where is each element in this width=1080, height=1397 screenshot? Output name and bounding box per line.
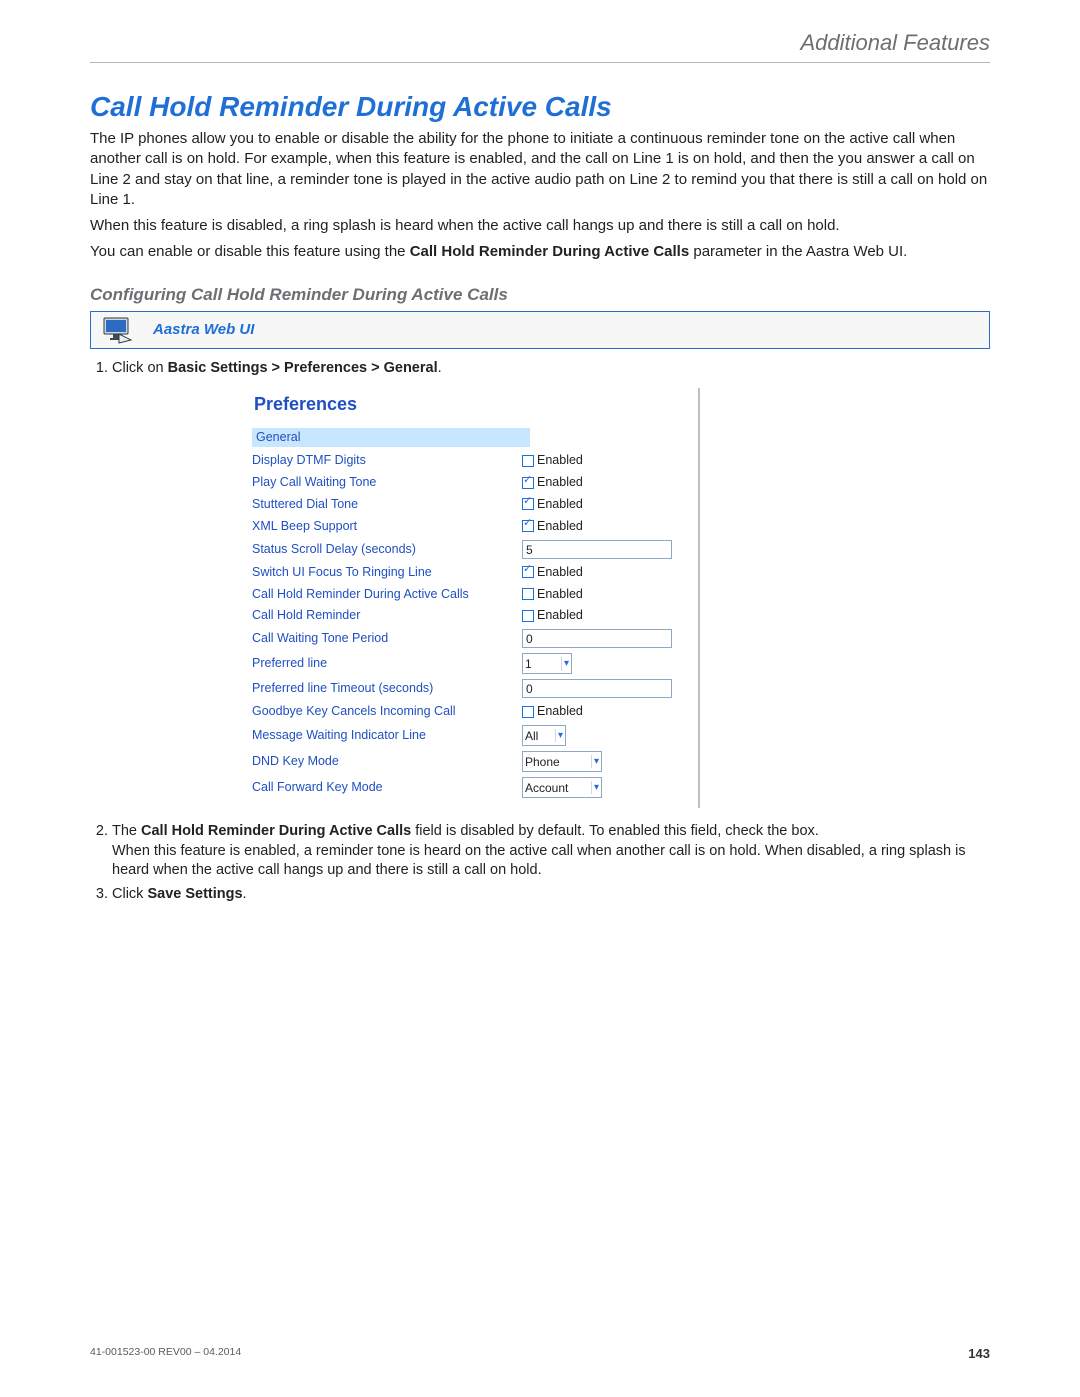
general-section-header: General (252, 428, 530, 447)
monitor-icon (101, 316, 135, 344)
checkbox[interactable] (522, 498, 534, 510)
step-1: Click on Basic Settings > Preferences > … (112, 359, 990, 809)
number-input[interactable]: 0 (522, 679, 672, 698)
pref-label: Preferred line Timeout (seconds) (252, 680, 522, 697)
select-value: Phone (525, 754, 587, 770)
step-2-bold: Call Hold Reminder During Active Calls (141, 823, 411, 839)
pref-row: Call Forward Key ModeAccount ▾ (252, 777, 682, 798)
select-input[interactable]: 1▾ (522, 653, 572, 674)
pref-row: XML Beep Support Enabled (252, 518, 682, 535)
step-3-pre: Click (112, 886, 147, 902)
enabled-label: Enabled (537, 564, 583, 581)
enabled-label: Enabled (537, 703, 583, 720)
step-1-bold: Basic Settings > Preferences > General (168, 360, 438, 376)
step-2-pre: The (112, 823, 141, 839)
pref-row: Switch UI Focus To Ringing Line Enabled (252, 564, 682, 581)
pref-row: Call Hold Reminder Enabled (252, 607, 682, 624)
checkbox[interactable] (522, 706, 534, 718)
select-input[interactable]: All ▾ (522, 725, 566, 746)
pref-row: Message Waiting Indicator LineAll ▾ (252, 725, 682, 746)
pref-row: DND Key ModePhone ▾ (252, 751, 682, 772)
pref-label: Message Waiting Indicator Line (252, 727, 522, 744)
select-input[interactable]: Phone ▾ (522, 751, 602, 772)
intro-paragraph-2: When this feature is disabled, a ring sp… (90, 216, 990, 236)
preferences-screenshot: Preferences General Display DTMF Digits E… (252, 388, 700, 808)
pref-row: Display DTMF Digits Enabled (252, 452, 682, 469)
instruction-list: Click on Basic Settings > Preferences > … (90, 359, 990, 905)
p3-pre: You can enable or disable this feature u… (90, 243, 410, 260)
page-number: 143 (968, 1346, 990, 1361)
checkbox[interactable] (522, 588, 534, 600)
select-value: 1 (525, 656, 557, 672)
header-breadcrumb: Additional Features (90, 30, 990, 63)
step-2: The Call Hold Reminder During Active Cal… (112, 822, 990, 881)
pref-label: Call Hold Reminder (252, 607, 522, 624)
pref-label: XML Beep Support (252, 518, 522, 535)
pref-row: Stuttered Dial Tone Enabled (252, 496, 682, 513)
intro-paragraph-1: The IP phones allow you to enable or dis… (90, 129, 990, 210)
doc-id: 41-001523-00 REV00 – 04.2014 (90, 1346, 241, 1361)
checkbox[interactable] (522, 520, 534, 532)
chevron-down-icon: ▾ (561, 657, 569, 671)
pref-label: Status Scroll Delay (seconds) (252, 541, 522, 558)
pref-label: Stuttered Dial Tone (252, 496, 522, 513)
select-input[interactable]: Account ▾ (522, 777, 602, 798)
step-1-pre: Click on (112, 360, 168, 376)
pref-label: Call Waiting Tone Period (252, 630, 522, 647)
chevron-down-icon: ▾ (555, 729, 563, 743)
checkbox[interactable] (522, 610, 534, 622)
number-input[interactable]: 5 (522, 540, 672, 559)
section-title: Call Hold Reminder During Active Calls (90, 91, 990, 123)
number-input[interactable]: 0 (522, 629, 672, 648)
pref-label: Display DTMF Digits (252, 452, 522, 469)
pref-row: Goodbye Key Cancels Incoming Call Enabled (252, 703, 682, 720)
checkbox[interactable] (522, 455, 534, 467)
preferences-title: Preferences (254, 392, 682, 416)
pref-label: Call Hold Reminder During Active Calls (252, 586, 522, 603)
enabled-label: Enabled (537, 452, 583, 469)
p3-bold: Call Hold Reminder During Active Calls (410, 243, 690, 260)
select-value: All (525, 728, 551, 744)
step-3-bold: Save Settings (147, 886, 242, 902)
p3-post: parameter in the Aastra Web UI. (689, 243, 907, 260)
enabled-label: Enabled (537, 496, 583, 513)
page-footer: 41-001523-00 REV00 – 04.2014 143 (90, 1346, 990, 1361)
pref-label: Preferred line (252, 655, 522, 672)
aastra-web-ui-banner: Aastra Web UI (90, 311, 990, 349)
chevron-down-icon: ▾ (591, 755, 599, 769)
enabled-label: Enabled (537, 607, 583, 624)
checkbox[interactable] (522, 477, 534, 489)
step-3-post: . (243, 886, 247, 902)
step-3: Click Save Settings. (112, 885, 990, 905)
subsection-title: Configuring Call Hold Reminder During Ac… (90, 285, 990, 305)
intro-paragraph-3: You can enable or disable this feature u… (90, 242, 990, 262)
pref-row: Call Waiting Tone Period0 (252, 629, 682, 648)
pref-label: DND Key Mode (252, 753, 522, 770)
enabled-label: Enabled (537, 518, 583, 535)
enabled-label: Enabled (537, 474, 583, 491)
step-1-post: . (438, 360, 442, 376)
pref-row: Preferred line1▾ (252, 653, 682, 674)
pref-label: Switch UI Focus To Ringing Line (252, 564, 522, 581)
select-value: Account (525, 780, 587, 796)
pref-row: Preferred line Timeout (seconds)0 (252, 679, 682, 698)
checkbox[interactable] (522, 566, 534, 578)
pref-label: Goodbye Key Cancels Incoming Call (252, 703, 522, 720)
enabled-label: Enabled (537, 586, 583, 603)
pref-row: Call Hold Reminder During Active Calls En… (252, 586, 682, 603)
pref-label: Call Forward Key Mode (252, 779, 522, 796)
pref-row: Status Scroll Delay (seconds)5 (252, 540, 682, 559)
pref-label: Play Call Waiting Tone (252, 474, 522, 491)
chevron-down-icon: ▾ (591, 781, 599, 795)
pref-row: Play Call Waiting Tone Enabled (252, 474, 682, 491)
banner-label: Aastra Web UI (153, 321, 254, 338)
